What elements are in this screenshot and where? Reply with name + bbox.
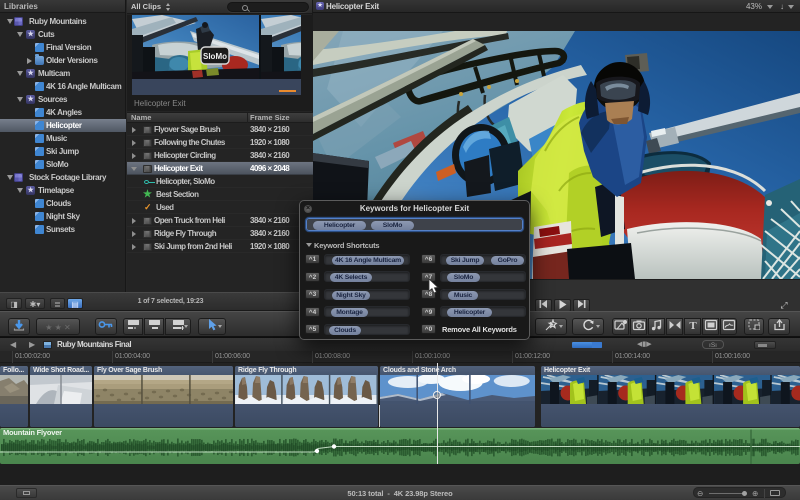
svg-text:SloMo: SloMo — [203, 52, 227, 61]
svg-text:T: T — [689, 320, 697, 331]
